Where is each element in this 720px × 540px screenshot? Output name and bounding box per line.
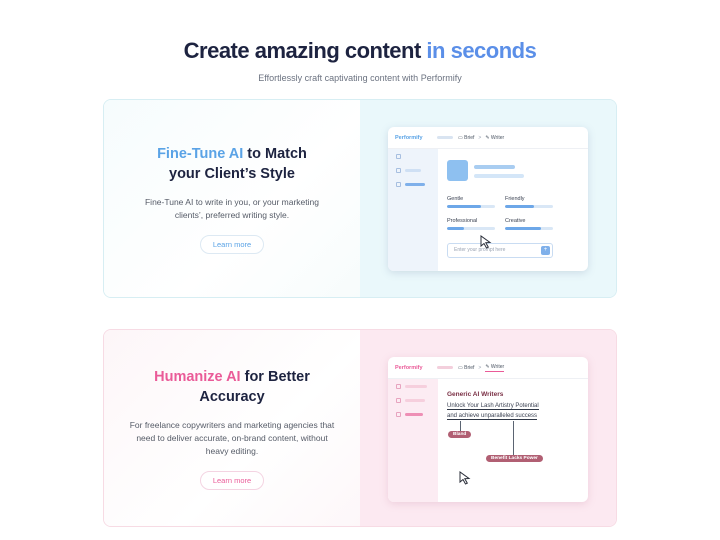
feature-description: For freelance copywriters and marketing … [129,419,335,456]
document-title: Generic AI Writers [447,391,504,398]
tone-slider [505,227,553,230]
feature-title-line-2: your Client’s Style [169,165,295,182]
document-icon [396,398,401,403]
feature-card-text: Humanize AI for Better Accuracy For free… [104,330,360,526]
mockup-sidebar-item [396,168,421,173]
mockup-sidebar-item [396,182,425,187]
mockup-tab-writer-label: Writer [490,363,505,370]
mockup-separator: > [478,364,482,371]
tone-fill [505,205,534,208]
mockup-sidebar-item [396,384,427,389]
feature-card-text: Fine-Tune AI to Match your Client’s Styl… [104,100,360,297]
send-button: + [541,246,550,255]
annotation-tag: Bland [448,431,472,438]
tone-label: Professional [447,218,478,224]
mockup-tab-writer-label: Writer [490,134,505,141]
document-line: Unlock Your Lash Artistry Potential [447,403,539,410]
mockup-pill [437,136,453,139]
title-main: Create amazing content [183,38,427,63]
feature-preview: Performify ▭ Brief > ✎ Writer Generic AI… [360,330,616,526]
annotation-tag: Benefit Lacks Power [486,455,543,462]
mockup-sidebar-bar [405,183,425,186]
grid-icon [396,384,401,389]
mockup-tab-brief: ▭ Brief [458,364,475,371]
feature-preview: Performify ▭ Brief > ✎ Writer Gentle Fri… [360,100,616,297]
mockup-sidebar-item [396,412,423,417]
document-icon [396,168,401,173]
page-title: Create amazing content in seconds [0,38,720,64]
mockup-sidebar-bar [405,413,423,416]
mockup-sidebar [388,379,438,502]
feature-title-accent: Fine-Tune AI [157,145,244,162]
page-subtitle: Effortlessly craft captivating content w… [258,73,462,83]
tone-label: Creative [505,218,526,224]
mockup-line [474,165,515,169]
mockup-pill [437,366,453,369]
feature-title-rest: for Better [240,368,310,385]
tone-fill [447,227,464,230]
annotation-connector [460,421,461,431]
mockup-thumbnail [447,160,468,181]
feature-card-fine-tune: Fine-Tune AI to Match your Client’s Styl… [103,99,617,298]
app-mockup: Performify ▭ Brief > ✎ Writer Generic AI… [388,357,588,502]
mockup-tab-brief: ▭ Brief [458,134,475,141]
feature-title: Fine-Tune AI to Match your Client’s Styl… [157,144,307,184]
mockup-tab-writer: ✎ Writer [485,134,505,141]
feature-description: Fine-Tune AI to write in you, or your ma… [144,196,319,220]
mockup-tab-brief-label: Brief [464,134,475,141]
mockup-sidebar-bar [405,399,425,402]
mockup-line [474,174,524,178]
mockup-separator: > [478,134,482,141]
feature-title-line-2: Accuracy [199,388,265,405]
mockup-main: Gentle Friendly Professional Creative En… [438,149,588,271]
title-accent: in seconds [426,38,537,63]
users-icon [396,412,401,417]
mockup-main: Generic AI Writers Unlock Your Lash Arti… [438,379,588,502]
feature-card-humanize: Humanize AI for Better Accuracy For free… [103,329,617,527]
mockup-sidebar [388,149,438,271]
mockup-sidebar-item [396,398,425,403]
tone-slider [447,205,495,208]
tone-fill [447,205,481,208]
prompt-input: Enter your prompt here + [447,243,553,258]
tone-slider [447,227,495,230]
grid-icon [396,154,401,159]
feature-title: Humanize AI for Better Accuracy [154,367,310,407]
feature-title-accent: Humanize AI [154,368,241,385]
mockup-topbar: Performify ▭ Brief > ✎ Writer [388,357,588,379]
tone-label: Gentle [447,196,464,202]
tone-label: Friendly [505,196,525,202]
mockup-sidebar-bar [405,385,427,388]
mockup-logo: Performify [395,134,423,141]
mockup-logo: Performify [395,364,423,371]
app-mockup: Performify ▭ Brief > ✎ Writer Gentle Fri… [388,127,588,271]
learn-more-button[interactable]: Learn more [199,234,265,254]
tone-slider [505,205,553,208]
mockup-sidebar-bar [405,169,421,172]
feature-title-rest: to Match [243,145,307,162]
tone-fill [505,227,541,230]
mockup-tab-writer: ✎ Writer [485,363,505,372]
users-icon [396,182,401,187]
mockup-tab-brief-label: Brief [464,364,475,371]
learn-more-button[interactable]: Learn more [199,470,265,490]
annotation-connector [513,421,514,455]
mockup-topbar: Performify ▭ Brief > ✎ Writer [388,127,588,149]
mockup-sidebar-item [396,154,405,159]
page: Create amazing content in seconds Effort… [0,0,720,540]
document-line: and achieve unparalleled success [447,413,538,420]
